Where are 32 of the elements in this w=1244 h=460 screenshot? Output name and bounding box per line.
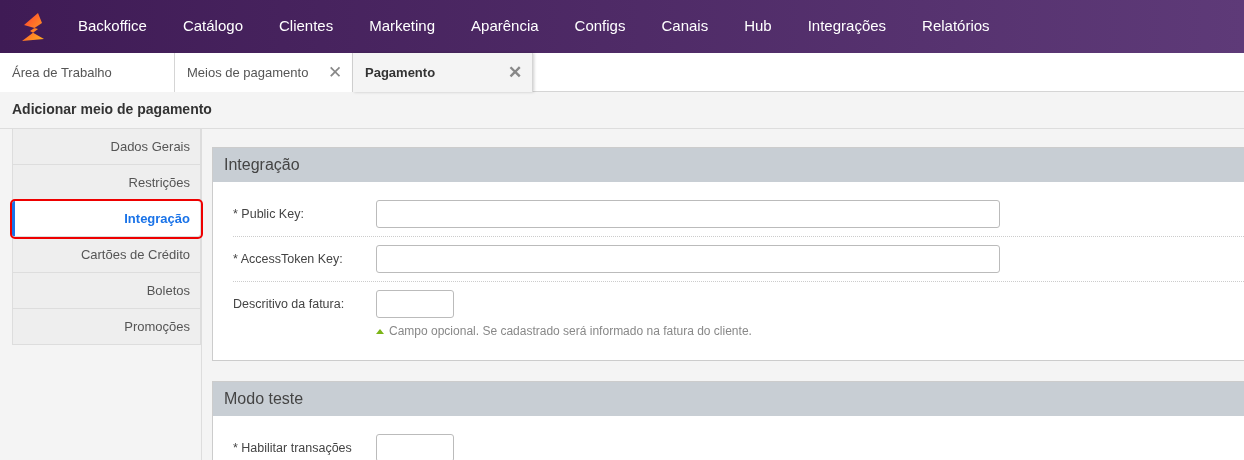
panel-header: Integração bbox=[213, 148, 1244, 182]
tab[interactable]: Meios de pagamento ✕ bbox=[175, 53, 353, 92]
caret-up-icon bbox=[376, 328, 384, 334]
tab[interactable]: Pagamento ✕ bbox=[353, 53, 533, 92]
sidebar-item[interactable]: Dados Gerais bbox=[12, 129, 201, 165]
panel-header: Modo teste bbox=[213, 382, 1244, 416]
input-field[interactable] bbox=[376, 290, 454, 318]
input-field[interactable] bbox=[376, 200, 1000, 228]
nav-link[interactable]: Configs bbox=[556, 15, 644, 38]
sidebar-item[interactable]: Promoções bbox=[12, 309, 201, 345]
field-label: * Public Key: bbox=[233, 205, 305, 223]
field-hint: Campo opcional. Se cadastrado será informado na fatura do cliente. bbox=[389, 323, 752, 340]
field-label: * AccessToken Key: bbox=[233, 250, 344, 268]
nav-link[interactable]: Integrações bbox=[789, 15, 905, 38]
nav-link[interactable]: Relatórios bbox=[904, 15, 1008, 38]
input-field[interactable] bbox=[376, 245, 1000, 273]
nav-link[interactable]: Hub bbox=[726, 15, 790, 38]
field-label: * Habilitar transações bbox=[233, 439, 353, 457]
sidebar-item[interactable]: Boletos bbox=[12, 273, 201, 309]
sidebar-item[interactable]: Restrições bbox=[12, 165, 201, 201]
input-field[interactable] bbox=[376, 434, 454, 460]
sidebar-item[interactable]: Cartões de Crédito bbox=[12, 237, 201, 273]
nav-link[interactable]: Clientes bbox=[261, 15, 352, 38]
nav-link[interactable]: Catálogo bbox=[164, 15, 261, 38]
nav-link[interactable]: Aparência bbox=[453, 15, 557, 38]
tab[interactable]: Área de Trabalho bbox=[0, 53, 175, 92]
sidebar-item[interactable]: Integração bbox=[12, 201, 201, 237]
nav-link[interactable]: Marketing bbox=[351, 15, 454, 38]
nav-link[interactable]: Backoffice bbox=[60, 15, 165, 38]
field-label: Descritivo da fatura: bbox=[233, 295, 346, 313]
nav-link[interactable]: Canais bbox=[643, 15, 727, 38]
close-icon[interactable]: ✕ bbox=[328, 59, 342, 86]
